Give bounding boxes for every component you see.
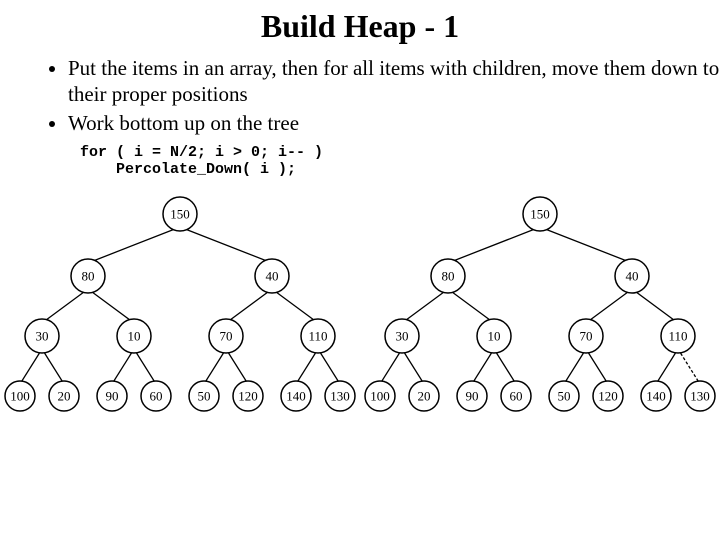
node-RLR: 120 bbox=[593, 381, 623, 411]
node-root: 150 bbox=[163, 197, 197, 231]
svg-text:10: 10 bbox=[128, 328, 141, 343]
node-LLR: 20 bbox=[49, 381, 79, 411]
svg-text:70: 70 bbox=[580, 328, 593, 343]
node-RRL: 140 bbox=[641, 381, 671, 411]
svg-text:120: 120 bbox=[238, 388, 258, 403]
page-title: Build Heap - 1 bbox=[0, 8, 720, 45]
svg-text:40: 40 bbox=[266, 268, 279, 283]
svg-text:60: 60 bbox=[510, 388, 523, 403]
svg-text:150: 150 bbox=[530, 206, 550, 221]
heap-tree-right: 150 80 40 30 10 70 110 100 20 90 60 50 120 140 130 bbox=[365, 197, 715, 411]
svg-text:110: 110 bbox=[308, 328, 327, 343]
node-RLL: 50 bbox=[189, 381, 219, 411]
svg-text:100: 100 bbox=[370, 388, 390, 403]
node-RRR: 130 bbox=[325, 381, 355, 411]
node-RL: 70 bbox=[569, 319, 603, 353]
svg-text:10: 10 bbox=[488, 328, 501, 343]
node-RLL: 50 bbox=[549, 381, 579, 411]
node-RRR: 130 bbox=[685, 381, 715, 411]
node-root: 150 bbox=[523, 197, 557, 231]
bullet-item: Work bottom up on the tree bbox=[68, 110, 720, 136]
bullet-item: Put the items in an array, then for all … bbox=[68, 55, 720, 108]
node-LL: 30 bbox=[385, 319, 419, 353]
svg-text:130: 130 bbox=[690, 388, 710, 403]
svg-text:140: 140 bbox=[286, 388, 306, 403]
svg-text:80: 80 bbox=[82, 268, 95, 283]
svg-text:70: 70 bbox=[220, 328, 233, 343]
node-LR: 10 bbox=[477, 319, 511, 353]
node-LLR: 20 bbox=[409, 381, 439, 411]
code-line: Percolate_Down( i ); bbox=[80, 161, 296, 178]
node-L: 80 bbox=[71, 259, 105, 293]
code-block: for ( i = N/2; i > 0; i-- ) Percolate_Do… bbox=[80, 144, 720, 178]
svg-text:150: 150 bbox=[170, 206, 190, 221]
node-RRL: 140 bbox=[281, 381, 311, 411]
node-LRL: 90 bbox=[97, 381, 127, 411]
node-R: 40 bbox=[615, 259, 649, 293]
code-line: for ( i = N/2; i > 0; i-- ) bbox=[80, 144, 323, 161]
svg-text:130: 130 bbox=[330, 388, 350, 403]
heap-diagrams: 150 80 40 30 10 70 110 100 20 90 60 50 120 140 130 150… bbox=[0, 186, 720, 446]
svg-text:50: 50 bbox=[558, 388, 571, 403]
node-LLL: 100 bbox=[365, 381, 395, 411]
node-LRL: 90 bbox=[457, 381, 487, 411]
svg-text:140: 140 bbox=[646, 388, 666, 403]
node-RR: 110 bbox=[301, 319, 335, 353]
svg-text:40: 40 bbox=[626, 268, 639, 283]
bullet-list: Put the items in an array, then for all … bbox=[28, 55, 720, 136]
svg-text:80: 80 bbox=[442, 268, 455, 283]
node-LRR: 60 bbox=[141, 381, 171, 411]
svg-text:30: 30 bbox=[396, 328, 409, 343]
svg-text:60: 60 bbox=[150, 388, 163, 403]
svg-text:110: 110 bbox=[668, 328, 687, 343]
svg-text:120: 120 bbox=[598, 388, 618, 403]
node-L: 80 bbox=[431, 259, 465, 293]
node-LLL: 100 bbox=[5, 381, 35, 411]
node-R: 40 bbox=[255, 259, 289, 293]
node-LL: 30 bbox=[25, 319, 59, 353]
node-RR: 110 bbox=[661, 319, 695, 353]
svg-text:20: 20 bbox=[58, 388, 71, 403]
svg-text:90: 90 bbox=[466, 388, 479, 403]
node-RL: 70 bbox=[209, 319, 243, 353]
heap-tree-left: 150 80 40 30 10 70 110 100 20 90 60 50 120 140 130 bbox=[5, 197, 355, 411]
svg-text:30: 30 bbox=[36, 328, 49, 343]
svg-text:20: 20 bbox=[418, 388, 431, 403]
svg-text:90: 90 bbox=[106, 388, 119, 403]
node-RLR: 120 bbox=[233, 381, 263, 411]
svg-text:100: 100 bbox=[10, 388, 30, 403]
node-LRR: 60 bbox=[501, 381, 531, 411]
svg-text:50: 50 bbox=[198, 388, 211, 403]
node-LR: 10 bbox=[117, 319, 151, 353]
